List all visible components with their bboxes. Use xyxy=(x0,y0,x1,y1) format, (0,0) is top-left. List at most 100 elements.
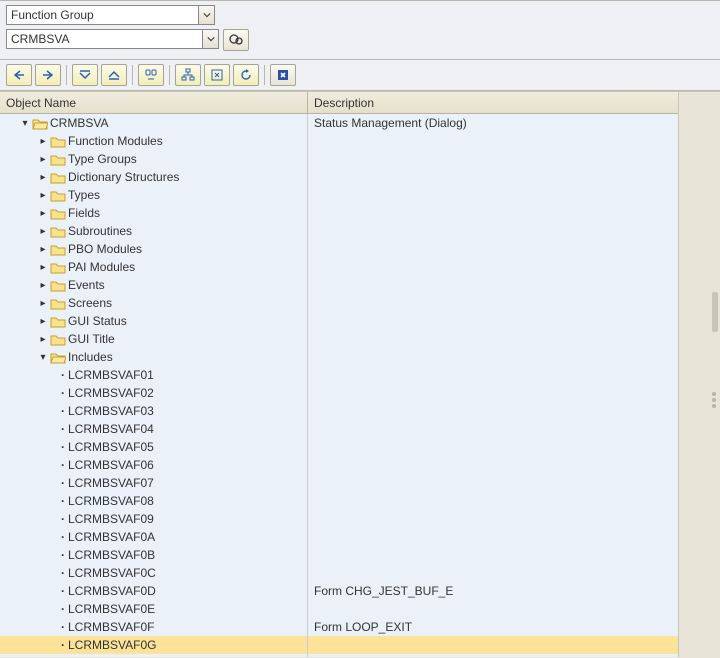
hierarchy-button[interactable] xyxy=(175,64,201,86)
node-label: LCRMBSVAF0E xyxy=(68,602,155,616)
expand-icon[interactable]: ▸ xyxy=(38,334,48,345)
bullet-icon: · xyxy=(58,638,68,652)
where-used-button[interactable] xyxy=(204,64,230,86)
tree-row[interactable]: · LCRMBSVAF0FForm LOOP_EXIT xyxy=(0,618,678,636)
object-type-value: Function Group xyxy=(11,8,94,22)
display-button[interactable] xyxy=(223,29,249,51)
bullet-icon: · xyxy=(58,458,68,472)
header-description[interactable]: Description xyxy=(308,96,678,110)
tree-row[interactable]: · LCRMBSVAF0A xyxy=(0,528,678,546)
tree-row[interactable]: ▸GUI Title xyxy=(0,330,678,348)
node-label: LCRMBSVAF0H xyxy=(68,656,156,657)
refresh-button[interactable] xyxy=(233,64,259,86)
expand-icon[interactable]: ▸ xyxy=(38,316,48,327)
folder-icon xyxy=(50,296,66,310)
bullet-icon: · xyxy=(58,494,68,508)
folder-icon xyxy=(50,170,66,184)
tree-row[interactable]: · LCRMBSVAF02 xyxy=(0,384,678,402)
tree-body[interactable]: ▾CRMBSVAStatus Management (Dialog)▸Funct… xyxy=(0,114,678,657)
tree-row[interactable]: ▸ Subroutines xyxy=(0,222,678,240)
tree-row[interactable]: ▸Types xyxy=(0,186,678,204)
expand-icon[interactable]: ▸ xyxy=(38,208,48,219)
tree-row[interactable]: ▸Fields xyxy=(0,204,678,222)
folder-icon xyxy=(50,314,66,328)
node-label: Events xyxy=(68,278,105,292)
selection-bar: Function Group CRMBSVA xyxy=(0,0,720,60)
expand-icon[interactable]: ▸ xyxy=(38,298,48,309)
chevron-down-icon xyxy=(198,6,214,24)
main-area: Object Name Description ▾CRMBSVAStatus M… xyxy=(0,91,720,657)
tree-row[interactable]: · LCRMBSVAF0E xyxy=(0,600,678,618)
header-object-name[interactable]: Object Name xyxy=(0,92,308,113)
tree-header: Object Name Description xyxy=(0,92,678,114)
back-button[interactable] xyxy=(6,64,32,86)
folder-icon xyxy=(50,152,66,166)
tree-row[interactable]: · LCRMBSVAF0C xyxy=(0,564,678,582)
bullet-icon: · xyxy=(58,404,68,418)
folder-icon xyxy=(50,188,66,202)
toolbar-separator xyxy=(66,65,67,85)
tree-row[interactable]: ▸ GUI Status xyxy=(0,312,678,330)
expand-icon[interactable]: ▸ xyxy=(38,226,48,237)
close-button[interactable] xyxy=(270,64,296,86)
collapse-icon[interactable]: ▾ xyxy=(20,118,30,129)
toolbar-separator xyxy=(169,65,170,85)
tree-row[interactable]: · LCRMBSVAF03 xyxy=(0,402,678,420)
expand-icon[interactable]: ▸ xyxy=(38,280,48,291)
tree-row[interactable]: ▸ Dictionary Structures xyxy=(0,168,678,186)
node-label: Dictionary Structures xyxy=(68,170,179,184)
tree-row[interactable]: · LCRMBSVAF05 xyxy=(0,438,678,456)
folder-open-icon xyxy=(50,350,66,364)
node-label: GUI Status xyxy=(68,314,127,328)
bullet-icon: · xyxy=(58,584,68,598)
expand-icon[interactable]: ▸ xyxy=(38,262,48,273)
tree-row[interactable]: ▾Includes xyxy=(0,348,678,366)
tree-row[interactable]: ▸ Type Groups xyxy=(0,150,678,168)
tree-row[interactable]: ▸ PBO Modules xyxy=(0,240,678,258)
object-name-input[interactable]: CRMBSVA xyxy=(6,29,219,49)
tree-row[interactable]: · LCRMBSVAF0H xyxy=(0,654,678,657)
bullet-icon: · xyxy=(58,440,68,454)
tree-row[interactable]: · LCRMBSVAF06 xyxy=(0,456,678,474)
bullet-icon: · xyxy=(58,476,68,490)
tree-row[interactable]: · LCRMBSVAF0DForm CHG_JEST_BUF_E xyxy=(0,582,678,600)
object-type-select[interactable]: Function Group xyxy=(6,5,215,25)
node-label: LCRMBSVAF0A xyxy=(68,530,155,544)
collapse-button[interactable] xyxy=(101,64,127,86)
tree-row[interactable]: · LCRMBSVAF07 xyxy=(0,474,678,492)
collapse-icon[interactable]: ▾ xyxy=(38,352,48,363)
tree-row[interactable]: · LCRMBSVAF09 xyxy=(0,510,678,528)
node-label: PBO Modules xyxy=(68,242,142,256)
splitter-handle[interactable] xyxy=(712,292,718,332)
expand-icon[interactable]: ▸ xyxy=(38,244,48,255)
node-label: Type Groups xyxy=(68,152,137,166)
expand-icon[interactable]: ▸ xyxy=(38,172,48,183)
expand-button[interactable] xyxy=(72,64,98,86)
node-label: LCRMBSVAF08 xyxy=(68,494,154,508)
tree-row[interactable]: ▾CRMBSVAStatus Management (Dialog) xyxy=(0,114,678,132)
tree-row[interactable]: · LCRMBSVAF08 xyxy=(0,492,678,510)
folder-icon xyxy=(50,206,66,220)
bullet-icon: · xyxy=(58,566,68,580)
tree-row[interactable]: · LCRMBSVAF04 xyxy=(0,420,678,438)
expand-icon[interactable]: ▸ xyxy=(38,154,48,165)
tree-row[interactable]: · LCRMBSVAF0G xyxy=(0,636,678,654)
expand-icon[interactable]: ▸ xyxy=(38,190,48,201)
tree-row[interactable]: ▸ Events xyxy=(0,276,678,294)
find-button[interactable] xyxy=(138,64,164,86)
toolbar xyxy=(0,60,720,91)
folder-icon xyxy=(50,242,66,256)
node-label: LCRMBSVAF0D xyxy=(68,584,156,598)
tree-row[interactable]: · LCRMBSVAF0B xyxy=(0,546,678,564)
forward-button[interactable] xyxy=(35,64,61,86)
tree-row[interactable]: ▸Function Modules xyxy=(0,132,678,150)
expand-icon[interactable]: ▸ xyxy=(38,136,48,147)
tree-row[interactable]: ▸ Screens xyxy=(0,294,678,312)
node-label: Screens xyxy=(68,296,112,310)
node-label: PAI Modules xyxy=(68,260,135,274)
tree-row[interactable]: ▸ PAI Modules xyxy=(0,258,678,276)
node-label: Subroutines xyxy=(68,224,132,238)
node-label: LCRMBSVAF07 xyxy=(68,476,154,490)
node-label: LCRMBSVAF09 xyxy=(68,512,154,526)
tree-row[interactable]: · LCRMBSVAF01 xyxy=(0,366,678,384)
